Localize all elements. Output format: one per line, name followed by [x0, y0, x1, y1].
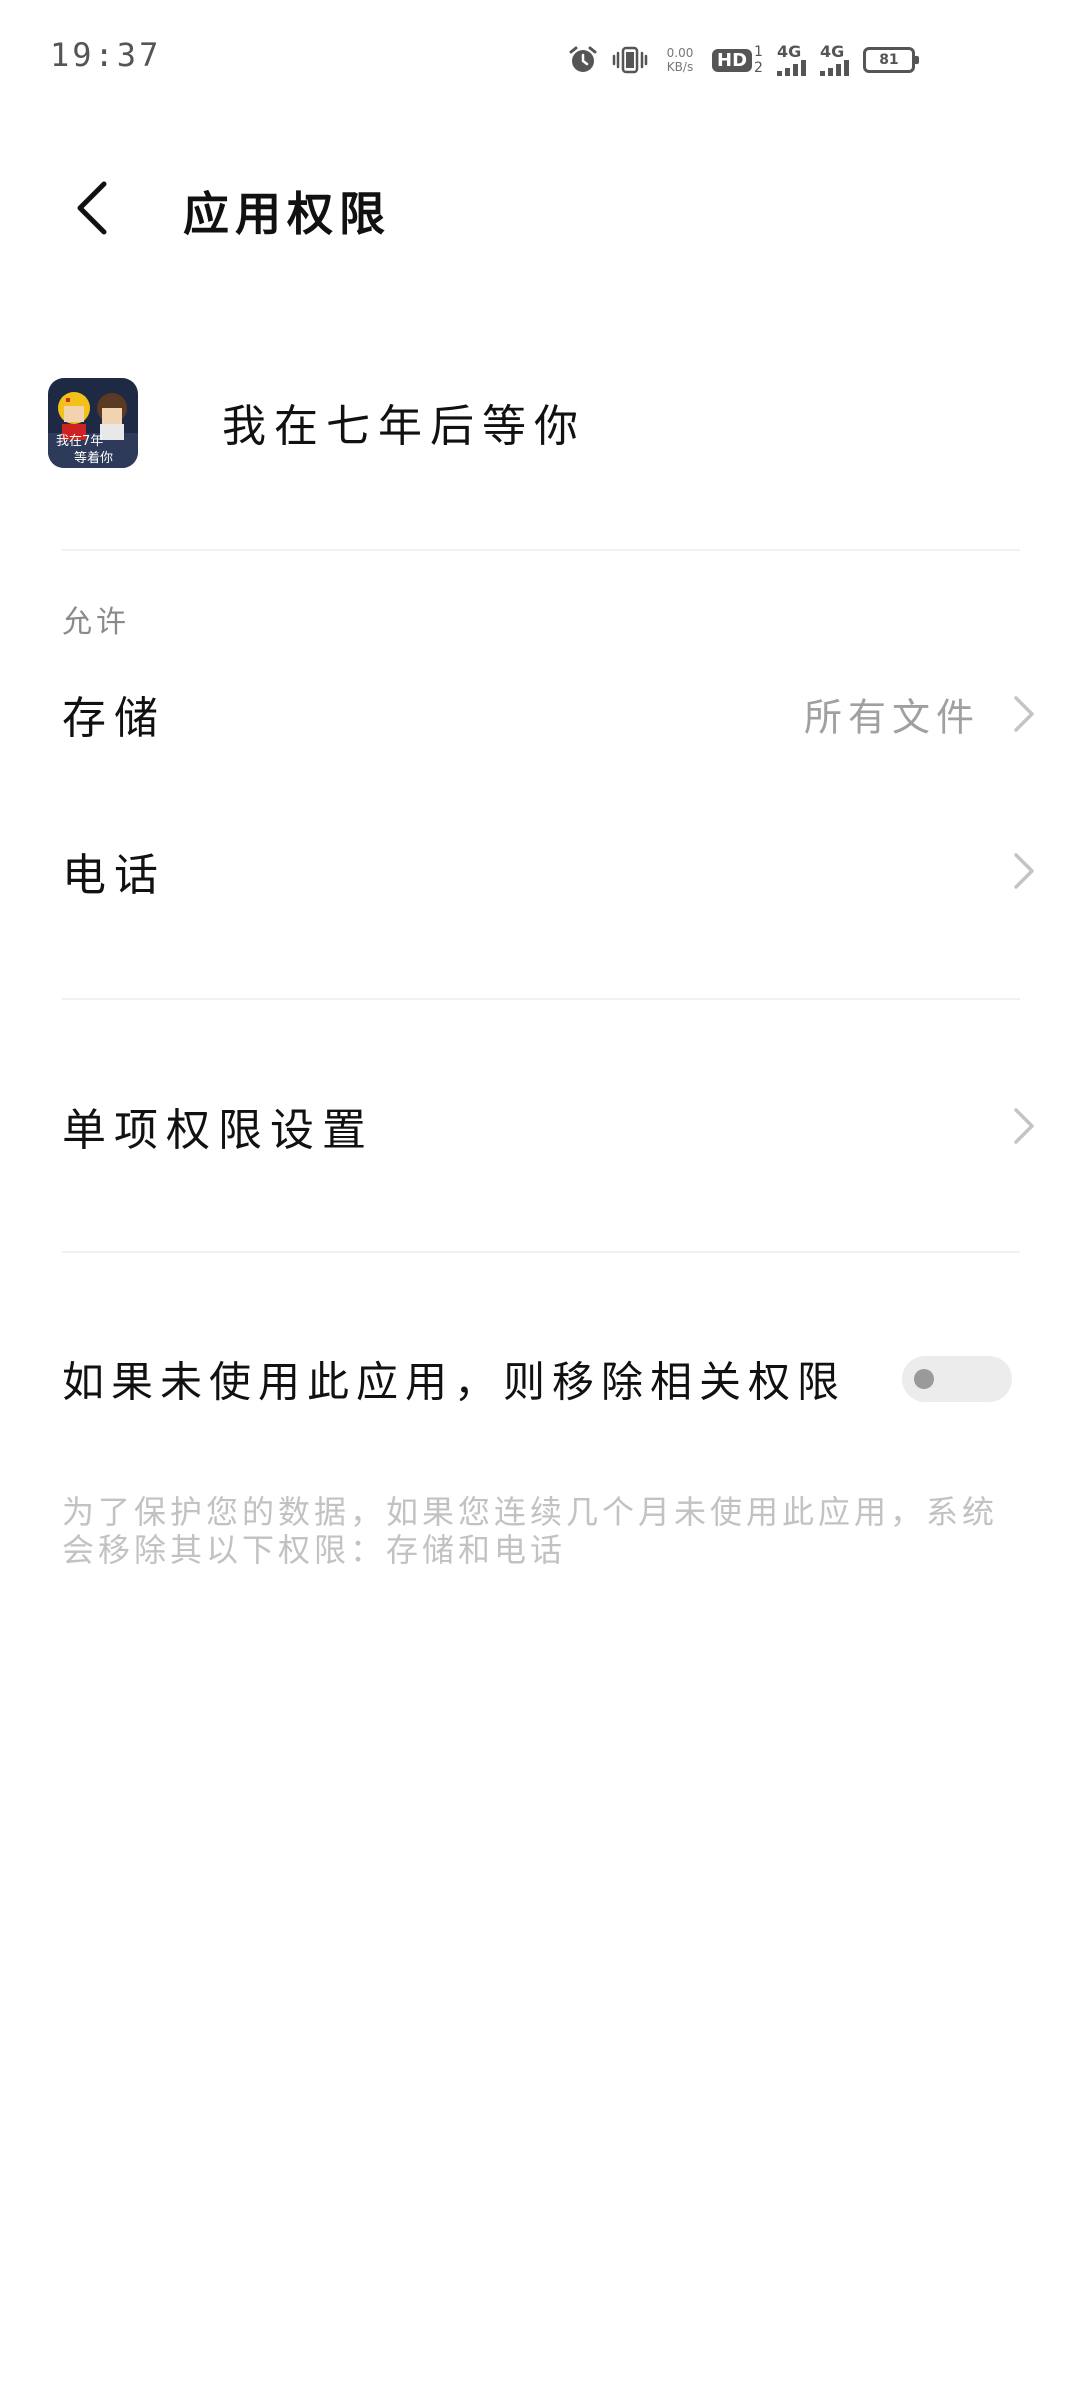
- auto-revoke-note: 为了保护您的数据，如果您连续几个月未使用此应用，系统会移除其以下权限：存储和电话: [62, 1493, 999, 1569]
- vibrate-icon: [612, 45, 648, 75]
- divider: [62, 549, 1020, 551]
- auto-revoke-label: 如果未使用此应用，则移除相关权限: [62, 1357, 847, 1407]
- permission-row-storage[interactable]: 存储 所有文件: [0, 654, 1080, 774]
- sim2-signal-icon: 4G: [819, 42, 849, 76]
- network-speed-value: 0.00: [666, 46, 694, 60]
- chevron-right-icon: [1014, 1108, 1034, 1144]
- hd-sim-index: 1 2: [754, 44, 763, 76]
- battery-level: 81: [879, 52, 899, 68]
- divider: [62, 1251, 1020, 1253]
- status-icons: 0.00 KB/s HD 1 2 4G 4G 81: [568, 40, 919, 80]
- chevron-right-icon: [1014, 696, 1034, 732]
- sim1-network-type: 4G: [776, 42, 802, 61]
- app-icon: 我在7年 等着你: [48, 378, 138, 468]
- permission-row-phone[interactable]: 电话: [0, 811, 1080, 931]
- alarm-icon: [568, 45, 598, 75]
- individual-permission-settings-row[interactable]: 单项权限设置: [0, 1066, 1080, 1186]
- hd-voice-indicator: HD 1 2: [712, 44, 763, 76]
- back-button[interactable]: [60, 168, 120, 248]
- network-speed-unit: KB/s: [666, 60, 694, 74]
- page-title: 应用权限: [183, 187, 391, 241]
- toggle-knob: [914, 1369, 934, 1389]
- app-permissions-screen: 19:37 0.00 KB/s HD 1 2 4G 4G 81 应用权限 我在7…: [0, 0, 1080, 2408]
- sim1-signal-icon: 4G: [776, 42, 806, 76]
- status-bar: 19:37 0.00 KB/s HD 1 2 4G 4G 81: [0, 0, 1080, 110]
- permission-label-phone: 电话: [62, 850, 166, 901]
- app-name: 我在七年后等你: [222, 401, 586, 452]
- network-speed: 0.00 KB/s: [662, 46, 698, 74]
- permission-value-storage: 所有文件: [803, 695, 980, 740]
- battery-icon: 81: [862, 47, 919, 73]
- app-icon-text-top: 我在7年: [56, 434, 103, 449]
- hd-badge: HD: [712, 48, 753, 72]
- status-time: 19:37: [50, 36, 162, 74]
- chevron-left-icon: [77, 181, 107, 235]
- sim2-network-type: 4G: [819, 42, 845, 61]
- permission-label-storage: 存储: [62, 693, 166, 744]
- section-label-allowed: 允许: [62, 605, 130, 640]
- individual-permission-settings-label: 单项权限设置: [62, 1105, 374, 1156]
- chevron-right-icon: [1014, 853, 1034, 889]
- app-icon-text-bottom: 等着你: [74, 450, 113, 466]
- auto-revoke-toggle[interactable]: [902, 1356, 1012, 1402]
- divider: [62, 998, 1020, 1000]
